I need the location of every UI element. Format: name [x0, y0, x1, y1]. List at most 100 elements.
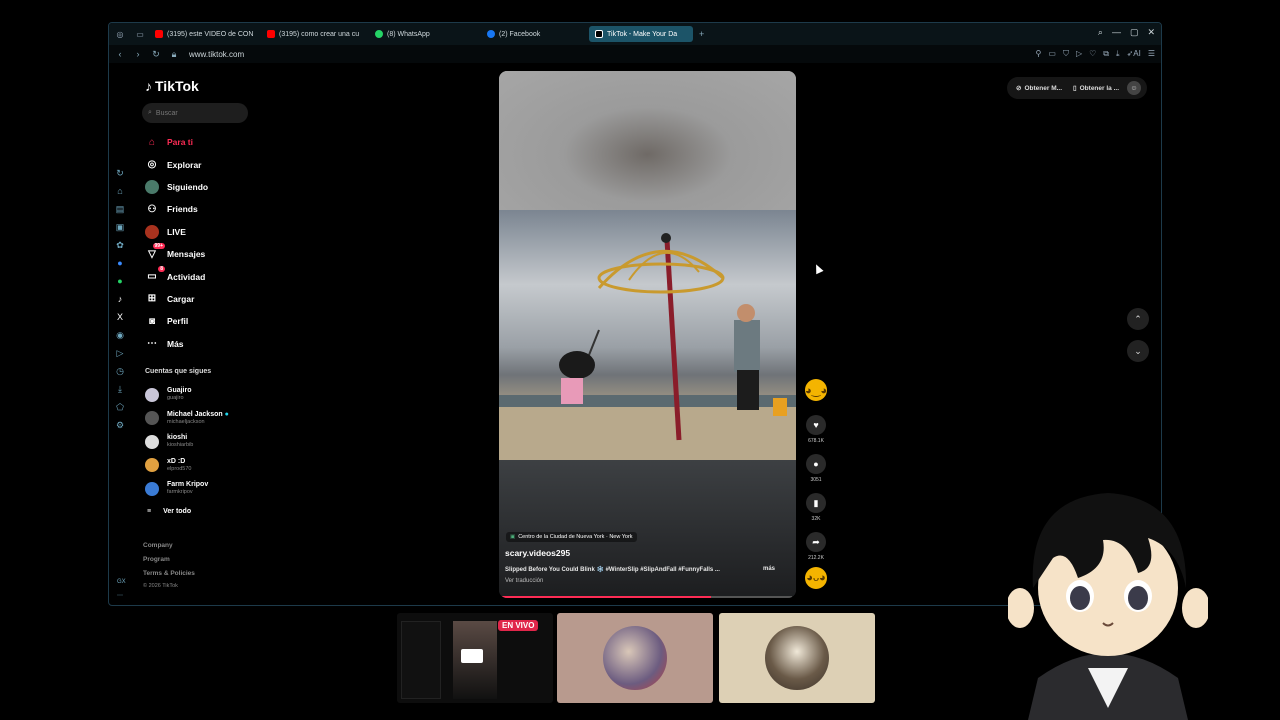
creator-avatar[interactable]: ◕‿◕	[805, 379, 827, 401]
nav-perfil[interactable]: ◙ Perfil	[145, 310, 208, 332]
close-button[interactable]: ✕	[1147, 27, 1155, 38]
whatsapp-dock-icon[interactable]: ●	[114, 275, 126, 287]
forward-icon[interactable]: ›	[131, 49, 145, 59]
tab-youtube-2[interactable]: (3195) como crear una cu	[261, 26, 365, 42]
player-icon[interactable]: ▷	[114, 347, 126, 359]
shield-icon[interactable]: ⛉	[1063, 49, 1069, 59]
tag-icon[interactable]: ⬠	[114, 401, 126, 413]
bottom-left-icons: GX ⋯	[117, 575, 126, 603]
nav-actividad[interactable]: ▭ 8 Actividad	[145, 265, 208, 287]
tab-youtube-1[interactable]: (3195) este VIDEO de CON	[149, 26, 257, 42]
play-icon[interactable]: ▷	[1076, 49, 1082, 59]
settings-icon[interactable]: ⚙	[114, 419, 126, 431]
video-username[interactable]: scary.videos295	[505, 548, 570, 558]
get-app-button[interactable]: ▯ Obtener la ...	[1070, 84, 1122, 93]
nav-mas[interactable]: ⋯ Más	[145, 333, 208, 355]
more-link[interactable]: más	[763, 566, 775, 573]
participant-thumb-2[interactable]	[719, 613, 875, 703]
menu-icon[interactable]: ☰	[1148, 49, 1155, 59]
coin-icon: ⊘	[1016, 85, 1022, 92]
verified-icon: ●	[224, 410, 229, 418]
discord-icon[interactable]: ◉	[114, 329, 126, 341]
notes-icon[interactable]: ▣	[114, 221, 126, 233]
location-icon: ▣	[510, 534, 516, 540]
nav-siguiendo[interactable]: Siguiendo	[145, 176, 208, 198]
save-count: 32K	[811, 516, 821, 522]
download-dock-icon[interactable]: ⤓	[114, 383, 126, 395]
messenger-icon[interactable]: ●	[114, 257, 126, 269]
tab-facebook[interactable]: (2) Facebook	[481, 26, 585, 42]
heart-icon[interactable]: ♡	[1089, 49, 1096, 59]
minimize-button[interactable]: —	[1112, 27, 1121, 38]
comment-button[interactable]: ●	[806, 454, 826, 474]
reload-icon[interactable]: ↻	[149, 49, 163, 60]
profile-avatar[interactable]: ☺	[1127, 81, 1141, 95]
search-input[interactable]: ⌕ Buscar	[142, 103, 248, 123]
stream-screen-thumb[interactable]: EN VIVO	[397, 613, 553, 703]
following-item[interactable]: Farm Kripov farmkripov	[145, 477, 229, 501]
search-tabs-icon[interactable]: ⌕	[1098, 27, 1103, 38]
pin-icon[interactable]: ⚲	[1036, 49, 1042, 59]
following-item[interactable]: Michael Jackson ● michaeljackson	[145, 407, 229, 431]
progress-bar[interactable]	[501, 596, 711, 598]
nav-live[interactable]: LIVE	[145, 221, 208, 243]
inbox-icon[interactable]: ▤	[114, 203, 126, 215]
participant-thumb-1[interactable]	[557, 613, 713, 703]
maximize-button[interactable]: ▢	[1130, 27, 1139, 38]
download-icon[interactable]: ⤓	[1116, 49, 1120, 59]
vtuber-avatar	[1008, 493, 1208, 720]
ai-button[interactable]: ➶AI	[1127, 49, 1141, 59]
upload-icon: ⊞	[147, 293, 157, 305]
url-field[interactable]: www.tiktok.com	[189, 50, 244, 59]
friends-icon: ⚇	[147, 203, 157, 215]
x-icon[interactable]: X	[114, 311, 126, 323]
share-button[interactable]: ➦	[806, 532, 826, 552]
tab-whatsapp[interactable]: (8) WhatsApp	[369, 26, 477, 42]
footer-links: Company Program Terms & Policies © 2026 …	[143, 539, 195, 591]
see-all-link[interactable]: ≡ Ver todo	[145, 501, 229, 523]
youtube-icon	[155, 30, 163, 38]
footer-company[interactable]: Company	[143, 539, 195, 553]
comment-count: 3051	[810, 477, 822, 483]
tab-menu-icon[interactable]: ▭	[135, 29, 145, 39]
following-item[interactable]: xD :D elprod570	[145, 454, 229, 478]
nav-para-ti[interactable]: ⌂ Para ti	[145, 131, 208, 153]
tiktok-logo[interactable]: ♪ TikTok	[145, 78, 199, 94]
mouse-cursor	[812, 262, 824, 275]
like-button[interactable]: ♥	[806, 415, 826, 435]
clock-icon[interactable]: ◷	[114, 365, 126, 377]
address-bar: ‹ › ↻ 🔒︎ www.tiktok.com ⚲ ▭ ⛉ ▷ ♡ ⧉ ⤓ ➶A…	[109, 45, 1161, 63]
browser-logo-icon[interactable]: ◎	[115, 29, 125, 39]
following-item[interactable]: kioshi kioshiarbib	[145, 430, 229, 454]
next-video-button[interactable]: ⌄	[1127, 340, 1149, 362]
snapshot-icon[interactable]: ▭	[1048, 49, 1056, 59]
history-icon[interactable]: ↻	[114, 167, 126, 179]
extensions-icon[interactable]: ⧉	[1103, 49, 1109, 59]
following-item[interactable]: Guajiro guajiro	[145, 383, 229, 407]
location-tag[interactable]: ▣ Centro de la Ciudad de Nueva York · New…	[506, 532, 637, 542]
more-dots-icon[interactable]: ⋯	[117, 589, 126, 603]
new-tab-button[interactable]: +	[699, 29, 704, 39]
video-clip	[499, 210, 796, 460]
nav-friends[interactable]: ⚇ Friends	[145, 198, 208, 220]
footer-program[interactable]: Program	[143, 553, 195, 567]
translate-link[interactable]: Ver traducción	[505, 578, 543, 584]
save-button[interactable]: ▮	[806, 493, 826, 513]
compass-icon: ◎	[147, 159, 157, 171]
nav-mensajes[interactable]: ▽ 99+ Mensajes	[145, 243, 208, 265]
extensions-bar: ⚲ ▭ ⛉ ▷ ♡ ⧉ ⤓ ➶AI ☰	[1036, 49, 1155, 59]
prev-video-button[interactable]: ⌃	[1127, 308, 1149, 330]
gx-icon[interactable]: GX	[117, 575, 126, 589]
video-player[interactable]: ▣ Centro de la Ciudad de Nueva York · New…	[499, 71, 796, 598]
avatar	[145, 458, 159, 473]
nav-explorar[interactable]: ◎ Explorar	[145, 153, 208, 175]
back-icon[interactable]: ‹	[113, 49, 127, 59]
gpt-icon[interactable]: ✿	[114, 239, 126, 251]
bag-icon[interactable]: ⌂	[114, 185, 126, 197]
footer-terms[interactable]: Terms & Policies	[143, 567, 195, 581]
get-coins-button[interactable]: ⊘ Obtener M...	[1013, 84, 1065, 93]
tab-tiktok[interactable]: TikTok - Make Your Da	[589, 26, 693, 42]
nav-cargar[interactable]: ⊞ Cargar	[145, 288, 208, 310]
tiktok-dock-icon[interactable]: ♪	[114, 293, 126, 305]
music-disc[interactable]: ◕ᴗ◕	[805, 567, 827, 589]
